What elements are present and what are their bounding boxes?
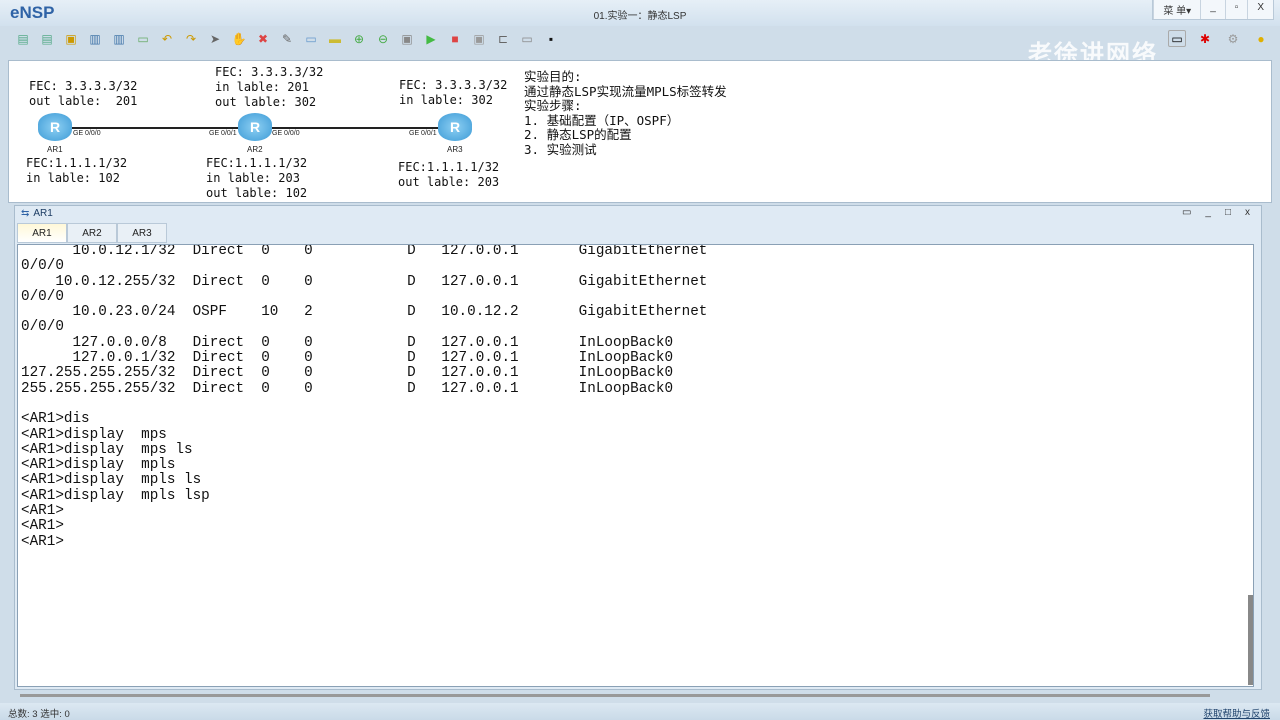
terminal-line: 0/0/0 [21,258,64,275]
terminal-line: <AR1> [21,533,64,550]
terminal-line: 255.255.255.255/32 Direct 0 0 D 127.0.0.… [21,380,674,397]
topology-icon[interactable]: ⊏ [494,31,512,48]
terminal-line: <AR1>display mpls lsp [21,487,210,504]
terminal-line: 10.0.23.0/24 OSPF 10 2 D 10.0.12.2 Gigab… [21,304,708,321]
undo-icon[interactable]: ↶ [158,31,176,48]
new-topology-icon[interactable]: ▤ [14,31,32,48]
delete-link-icon[interactable]: ✎ [278,31,296,48]
menu-button[interactable]: 菜 单▾ [1153,0,1200,19]
terminal-line: <AR1>display mps [21,426,167,443]
tab-ar3[interactable]: AR3 [117,223,167,243]
start-icon[interactable]: ▶ [422,31,440,48]
ar3-bottom-label: FEC:1.1.1.1/32 out lable: 203 [398,160,500,189]
console-maximize-button[interactable]: □ [1218,206,1238,219]
experiment-notes: 实验目的: 通过静态LSP实现流量MPLS标签转发 实验步骤: 1. 基础配置（… [524,69,727,157]
text-icon[interactable]: ▭ [302,31,320,48]
terminal-line: 127.0.0.1/32 Direct 0 0 D 127.0.0.1 InLo… [21,350,674,367]
horizontal-scrollbar[interactable] [20,694,1210,697]
redo-icon[interactable]: ↷ [182,31,200,48]
note-line: 2. 静态LSP的配置 [524,127,632,142]
terminal-output[interactable]: 10.0.12.1/32 Direct 0 0 D 127.0.0.1 Giga… [17,244,1254,687]
chat-icon[interactable]: ▭ [1168,30,1186,47]
select-icon[interactable]: ➤ [206,31,224,48]
palette-icon[interactable]: ▬ [326,31,344,48]
vertical-scrollbar[interactable] [1248,595,1253,685]
zoom-out-icon[interactable]: ⊖ [374,31,392,48]
ar1-bottom-label: FEC:1.1.1.1/32 in lable: 102 [26,156,128,185]
router-ar2[interactable]: R [238,113,272,141]
close-button[interactable]: X [1247,0,1273,19]
console-icon[interactable]: ▪ [542,31,560,48]
router-ar1[interactable]: R [38,113,72,141]
help-feedback-link[interactable]: 获取帮助与反馈 [1203,706,1270,720]
terminal-line: <AR1> [21,503,64,520]
router-name: AR2 [247,145,263,154]
router-name: AR3 [447,145,463,154]
note-line: 3. 实验测试 [524,141,597,157]
console-detach-button[interactable]: ▭ [1175,206,1198,219]
ar1-top-label: FEC: 3.3.3.3/32 out lable: 201 [29,79,138,108]
ar2-bottom-label: FEC:1.1.1.1/32 in lable: 203 out lable: … [206,156,308,200]
console-minimize-button[interactable]: _ [1198,206,1218,219]
delete-icon[interactable]: ✖ [254,31,272,48]
link-ar2-ar3[interactable] [271,127,441,129]
router-name: AR1 [47,145,63,154]
ar3-top-label: FEC: 3.3.3.3/32 in lable: 302 [399,78,508,107]
gear-icon[interactable]: ⚙ [1224,30,1242,47]
status-bar: 总数: 3 选中: 0 获取帮助与反馈 [0,703,1280,720]
terminal-line: 127.255.255.255/32 Direct 0 0 D 127.0.0.… [21,365,674,382]
terminal-line: <AR1>display mps ls [21,441,193,458]
capture-icon[interactable]: ▣ [470,31,488,48]
ar2-top-label: FEC: 3.3.3.3/32 in lable: 201 out lable:… [215,65,324,109]
note-line: 实验步骤: [524,98,582,113]
terminal-line: 0/0/0 [21,288,64,305]
print-icon[interactable]: ▭ [134,31,152,48]
terminal-line: <AR1> [21,518,64,535]
terminal-line: 10.0.12.255/32 Direct 0 0 D 127.0.0.1 Gi… [21,273,708,290]
title-bar: eNSP 01.实验一：静态LSP 菜 单▾ _ ▫ X [0,0,1280,26]
terminal-line: <AR1>dis [21,411,90,428]
save-as-icon[interactable]: ▥ [110,31,128,48]
port-label: GE 0/0/0 [73,130,101,137]
help-bulb-icon[interactable]: ● [1252,30,1270,47]
router-ar3[interactable]: R [438,113,472,141]
terminal-line: 127.0.0.0/8 Direct 0 0 D 127.0.0.1 InLoo… [21,334,674,351]
port-label: GE 0/0/0 [272,130,300,137]
zoom-in-icon[interactable]: ⊕ [350,31,368,48]
grid-icon[interactable]: ▭ [518,31,536,48]
tab-ar2[interactable]: AR2 [67,223,117,243]
stop-icon[interactable]: ■ [446,31,464,48]
tab-ar1[interactable]: AR1 [17,223,67,243]
console-title: AR1 [33,208,53,219]
open-icon[interactable]: ▣ [62,31,80,48]
terminal-line: <AR1>display mpls ls [21,472,202,489]
status-count: 总数: 3 选中: 0 [8,709,70,720]
link-ar1-ar2[interactable] [71,127,241,129]
restore-button[interactable]: ▫ [1224,0,1248,19]
minimize-button[interactable]: _ [1200,0,1225,19]
port-label: GE 0/0/1 [409,130,437,137]
terminal-line: <AR1>display mpls [21,457,176,474]
pan-icon[interactable]: ✋ [230,31,248,48]
fit-icon[interactable]: ▣ [398,31,416,48]
terminal-line: 0/0/0 [21,319,64,336]
new-example-icon[interactable]: ▤ [38,31,56,48]
huawei-icon[interactable]: ✱ [1196,30,1214,47]
console-window: ⇆ AR1 ▭ _ □ x AR1 AR2 AR3 10.0.12.1/32 Di… [14,205,1262,690]
note-line: 实验目的: [524,69,582,84]
note-line: 通过静态LSP实现流量MPLS标签转发 [524,83,727,99]
save-icon[interactable]: ▥ [86,31,104,48]
window-title: 01.实验一：静态LSP [593,11,687,22]
terminal-line: 10.0.12.1/32 Direct 0 0 D 127.0.0.1 Giga… [21,244,708,259]
port-label: GE 0/0/1 [209,130,237,137]
note-line: 1. 基础配置（IP、OSPF） [524,112,680,128]
console-close-button[interactable]: x [1238,206,1257,219]
console-icon: ⇆ [21,208,30,219]
